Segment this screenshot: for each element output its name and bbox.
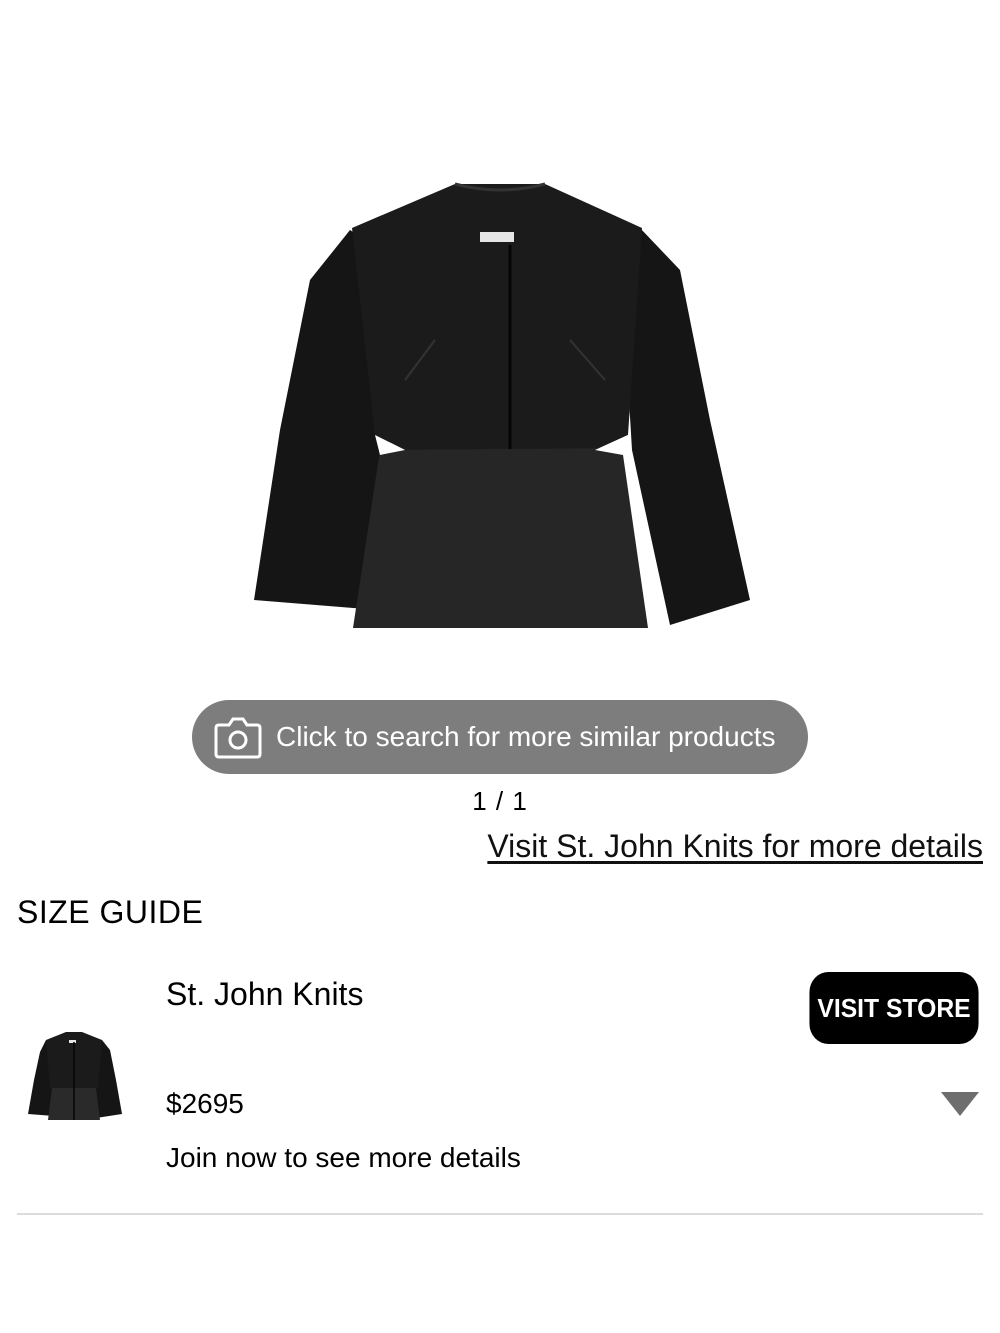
visit-brand-link[interactable]: Visit St. John Knits for more details: [487, 828, 983, 865]
similar-products-search-button[interactable]: Click to search for more similar product…: [192, 700, 808, 774]
jacket-image: [254, 182, 750, 628]
jacket-thumbnail: [28, 1032, 122, 1120]
brand-name: St. John Knits: [166, 976, 364, 1012]
image-pager: 1 / 1: [472, 786, 528, 816]
size-guide-link[interactable]: SIZE GUIDE: [17, 894, 203, 931]
visit-store-button[interactable]: VISIT STORE: [809, 972, 979, 1044]
product-price: $2695: [166, 1088, 244, 1119]
caret-down-icon[interactable]: [941, 1092, 979, 1116]
product-thumbnail[interactable]: [24, 1030, 124, 1122]
product-image[interactable]: [240, 170, 760, 650]
camera-icon: [214, 715, 262, 759]
join-cta[interactable]: Join now to see more details: [166, 1142, 521, 1174]
similar-products-label: Click to search for more similar product…: [276, 721, 776, 752]
divider: [17, 1213, 983, 1215]
